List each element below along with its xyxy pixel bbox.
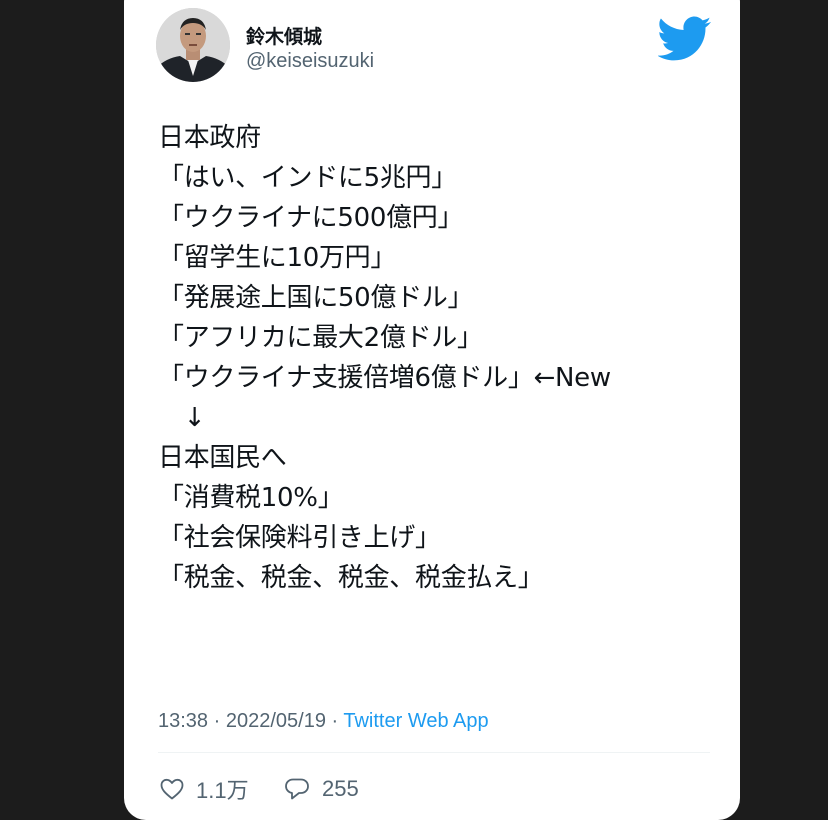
tweet-source-link[interactable]: Twitter Web App (343, 710, 488, 732)
tweet-line: 「税金、税金、税金、税金払え」 (158, 563, 544, 593)
meta-separator: · (325, 710, 344, 732)
tweet-line: 「ウクライナ支援倍増6億ドル」←New (158, 363, 611, 393)
tweet-line: 「消費税10%」 (158, 483, 344, 513)
avatar-photo (156, 8, 230, 82)
reply-count: 255 (322, 776, 359, 801)
tweet-metadata: 13:38 · 2022/05/19 · Twitter Web App (158, 710, 489, 733)
tweet-line: 「アフリカに最大2億ドル」 (158, 323, 483, 353)
meta-separator: · (208, 710, 226, 732)
display-name[interactable]: 鈴木傾城 (246, 22, 322, 49)
tweet-text: 日本政府 「はい、インドに5兆円」 「ウクライナに500億円」 「留学生に10万… (158, 118, 728, 598)
tweet-time[interactable]: 13:38 (158, 710, 208, 732)
user-handle[interactable]: @keiseisuzuki (246, 50, 374, 73)
tweet-line: 「はい、インドに5兆円」 (158, 163, 457, 193)
tweet-line: 「ウクライナに500億円」 (158, 203, 464, 233)
divider (158, 752, 710, 753)
tweet-line: 「留学生に10万円」 (158, 243, 397, 273)
tweet-line: 日本国民へ (158, 443, 287, 473)
tweet-line: 「発展途上国に50億ドル」 (158, 283, 474, 313)
tweet-line: 「社会保険料引き上げ」 (158, 523, 441, 553)
reply-button[interactable]: 255 (284, 774, 359, 804)
tweet-line: 日本政府 (158, 123, 261, 153)
like-count: 1.1万 (196, 778, 249, 803)
heart-icon (160, 778, 184, 800)
reply-bubble-icon (285, 778, 309, 800)
like-button[interactable]: 1.1万 (160, 774, 249, 804)
tweet-line: ↓ (158, 403, 206, 433)
tweet-date[interactable]: 2022/05/19 (226, 710, 326, 732)
avatar[interactable] (156, 8, 230, 82)
twitter-bird-icon[interactable] (658, 16, 712, 62)
